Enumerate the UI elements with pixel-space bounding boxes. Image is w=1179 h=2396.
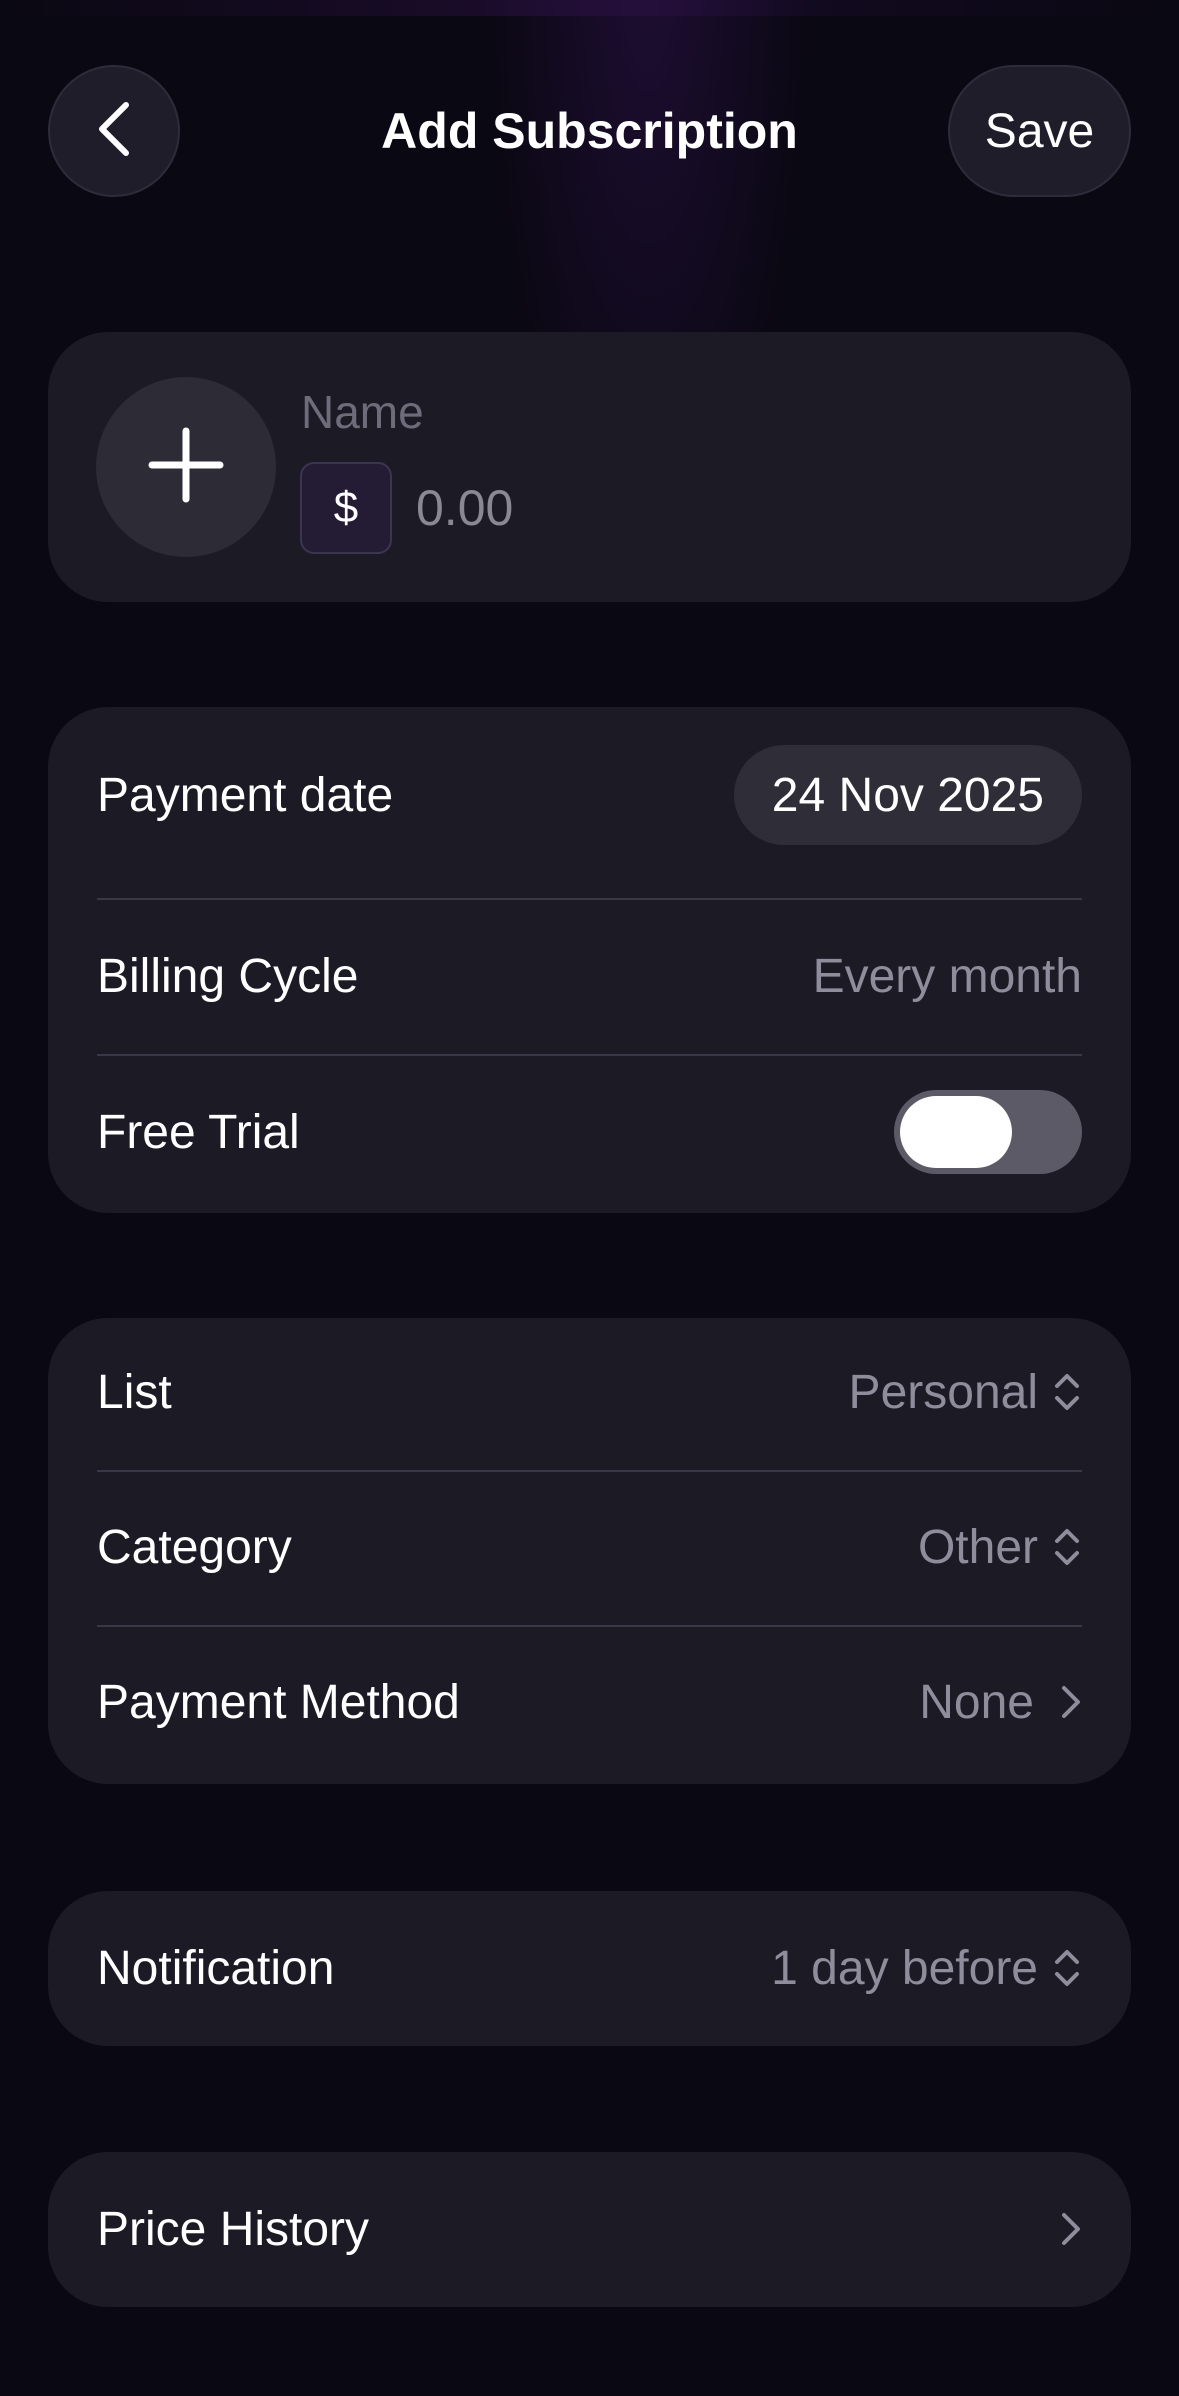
organization-card: List Personal Category Other Payment Met… <box>48 1318 1131 1784</box>
notification-label: Notification <box>97 1941 335 1995</box>
list-picker[interactable]: Personal <box>849 1365 1082 1420</box>
name-input[interactable]: Name <box>301 384 424 440</box>
chevron-up-down-icon <box>1052 1525 1082 1569</box>
chevron-right-icon <box>1060 2209 1082 2249</box>
payment-date-picker[interactable]: 24 Nov 2025 <box>733 745 1082 845</box>
price-history-label: Price History <box>97 2202 370 2256</box>
category-value: Other <box>917 1520 1038 1574</box>
payment-date-row: Payment date 24 Nov 2025 <box>97 745 1082 845</box>
free-trial-toggle[interactable] <box>894 1090 1082 1174</box>
divider <box>97 1054 1082 1056</box>
list-row[interactable]: List Personal <box>97 1333 1082 1451</box>
divider <box>97 1625 1082 1627</box>
payment-card: Payment date 24 Nov 2025 Billing Cycle E… <box>48 707 1131 1213</box>
notification-card[interactable]: Notification 1 day before <box>48 1891 1131 2046</box>
price-history-card[interactable]: Price History <box>48 2152 1131 2307</box>
currency-button[interactable]: $ <box>300 462 392 554</box>
list-value: Personal <box>848 1365 1038 1419</box>
notification-value: 1 day before <box>771 1941 1038 1995</box>
add-icon-button[interactable] <box>96 377 276 557</box>
price-history-row[interactable]: Price History <box>97 2170 1082 2288</box>
free-trial-row: Free Trial <box>97 1073 1082 1191</box>
amount-input[interactable]: 0.00 <box>416 478 513 538</box>
notification-row[interactable]: Notification 1 day before <box>97 1909 1082 2027</box>
chevron-up-down-icon <box>1052 1946 1082 1990</box>
list-label: List <box>97 1365 172 1419</box>
top-glow <box>0 0 1179 16</box>
payment-date-label: Payment date <box>97 768 394 822</box>
toggle-knob <box>900 1096 1012 1168</box>
category-picker[interactable]: Other <box>918 1520 1082 1575</box>
save-button[interactable]: Save <box>948 65 1131 197</box>
payment-method-label: Payment Method <box>97 1675 460 1729</box>
billing-cycle-label: Billing Cycle <box>97 949 359 1003</box>
notification-picker[interactable]: 1 day before <box>771 1941 1082 1996</box>
category-label: Category <box>97 1520 292 1574</box>
divider <box>97 1470 1082 1472</box>
billing-cycle-value[interactable]: Every month <box>813 949 1082 1004</box>
chevron-right-icon <box>1060 1682 1082 1722</box>
category-row[interactable]: Category Other <box>97 1488 1082 1606</box>
chevron-up-down-icon <box>1052 1370 1082 1414</box>
free-trial-label: Free Trial <box>97 1105 300 1159</box>
payment-method-row[interactable]: Payment Method None <box>97 1643 1082 1761</box>
payment-method-picker[interactable]: None <box>919 1675 1082 1730</box>
billing-cycle-row[interactable]: Billing Cycle Every month <box>97 917 1082 1035</box>
plus-icon <box>148 427 224 508</box>
subscription-info-card: Name $ 0.00 <box>48 332 1131 602</box>
payment-method-value: None <box>919 1675 1034 1729</box>
divider <box>97 898 1082 900</box>
